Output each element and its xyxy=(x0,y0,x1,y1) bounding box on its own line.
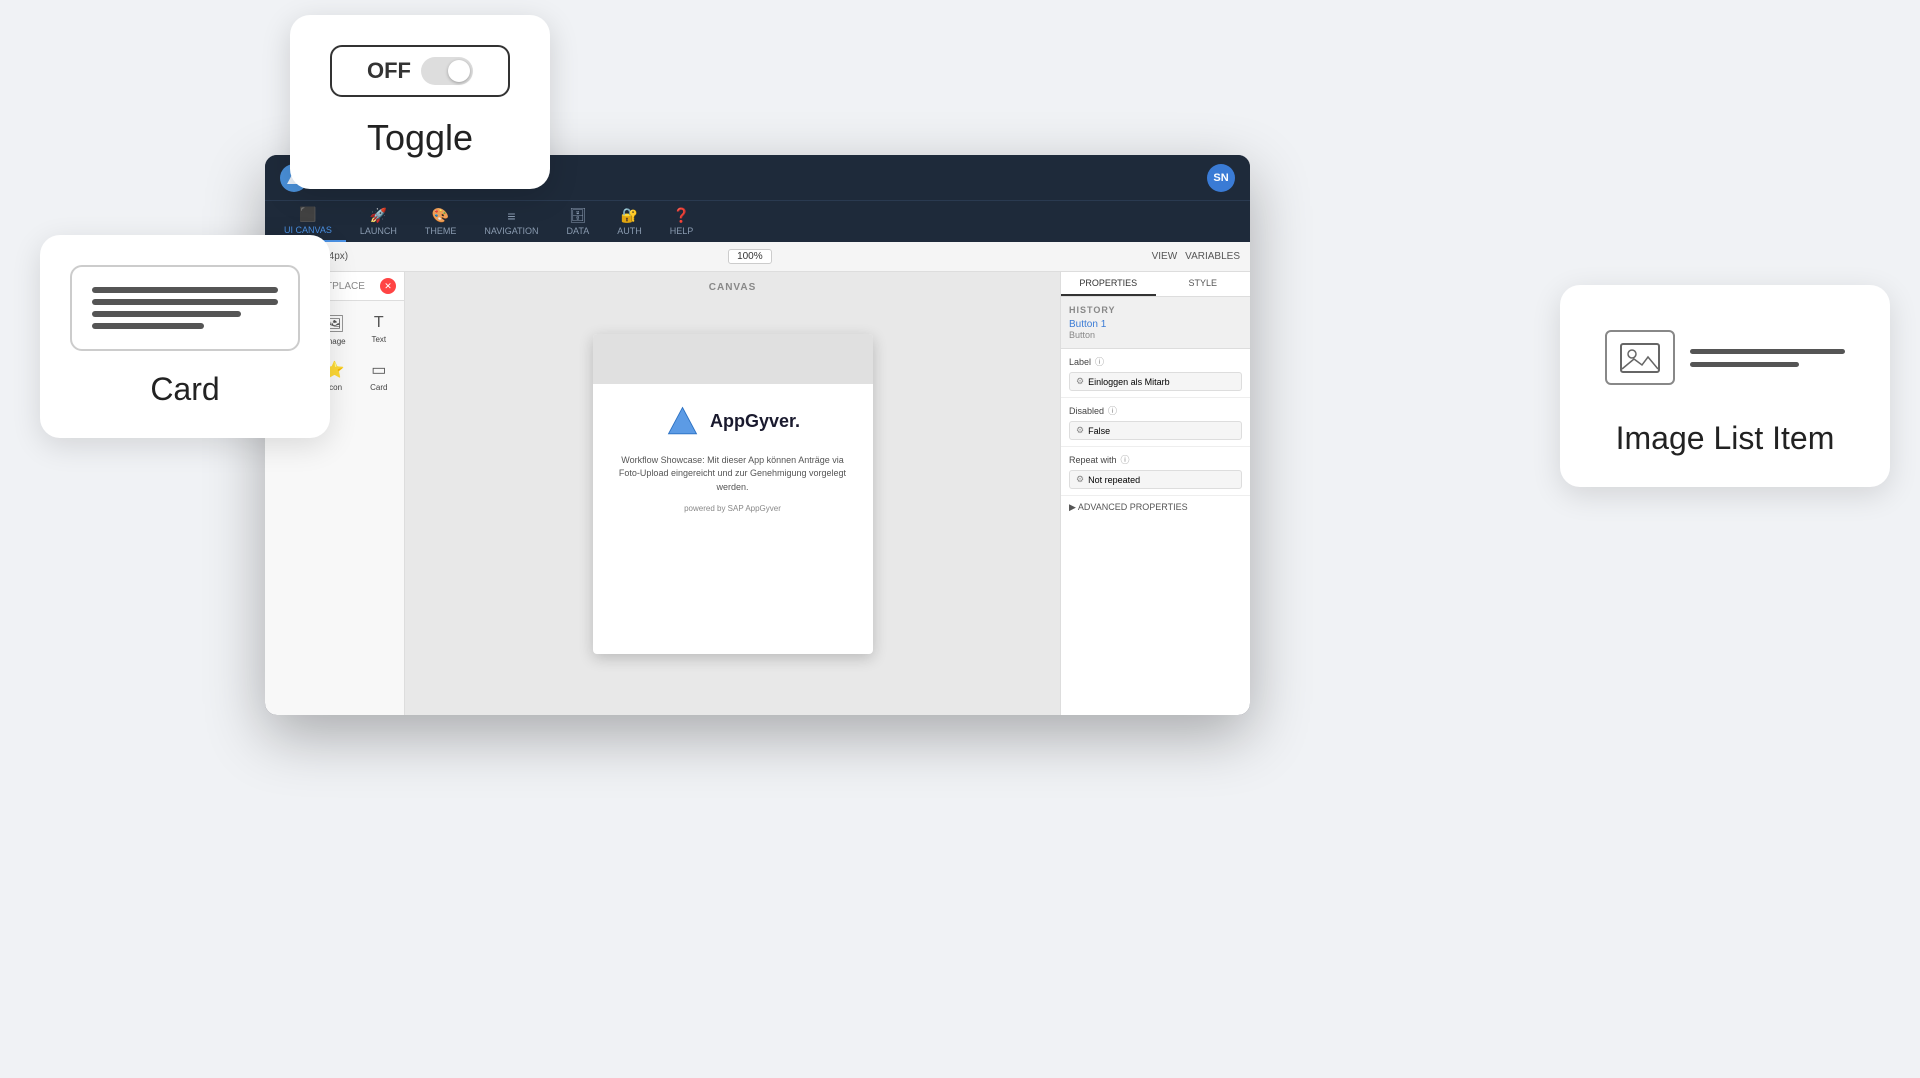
disabled-info-icon: ⓘ xyxy=(1108,404,1117,417)
style-tab[interactable]: STYLE xyxy=(1156,272,1251,296)
auth-icon: 🔐 xyxy=(621,207,638,224)
disabled-prop-icon: ⚙ xyxy=(1076,425,1084,436)
label-prop-value: Einloggen als Mitarb xyxy=(1088,377,1170,387)
label-info-icon: ⓘ xyxy=(1095,355,1104,368)
repeat-prop-icon: ⚙ xyxy=(1076,474,1084,485)
nav-help[interactable]: ❓ HELP xyxy=(656,201,708,242)
nav-theme[interactable]: 🎨 THEME xyxy=(411,201,471,242)
card-line-1 xyxy=(92,287,278,293)
card-item-label: Card xyxy=(370,383,387,392)
repeat-info-icon: ⓘ xyxy=(1121,453,1130,466)
nav-ui-canvas-label: UI CANVAS xyxy=(284,225,332,235)
nav-theme-label: THEME xyxy=(425,226,457,236)
canvas-toolbar: 5/6/7/8+ (414px) 100% VIEW VARIABLES xyxy=(265,242,1250,272)
label-prop-label: Label xyxy=(1069,357,1091,367)
card-line-4 xyxy=(92,323,204,329)
phone-header xyxy=(593,334,873,384)
nav-auth[interactable]: 🔐 AUTH xyxy=(603,201,656,242)
nav-help-label: HELP xyxy=(670,226,694,236)
nav-auth-label: AUTH xyxy=(617,226,642,236)
repeat-prop-value: Not repeated xyxy=(1088,475,1140,485)
nav-data-label: DATA xyxy=(567,226,590,236)
card-label: Card xyxy=(70,371,300,408)
disabled-prop-label: Disabled xyxy=(1069,406,1104,416)
nav-navigation[interactable]: ≡ NAVIGATION xyxy=(470,201,552,242)
history-section: HISTORY Button 1 Button xyxy=(1061,297,1250,349)
close-button[interactable]: ✕ xyxy=(380,278,396,294)
right-panel: PROPERTIES STYLE HISTORY Button 1 Button… xyxy=(1060,272,1250,715)
image-list-card: Image List Item xyxy=(1560,285,1890,487)
prop-input-icon: ⚙ xyxy=(1076,376,1084,387)
appgyver-logo-icon xyxy=(665,404,700,439)
image-list-line-1 xyxy=(1690,349,1845,354)
card-icon-area xyxy=(70,265,300,351)
nav-navigation-label: NAVIGATION xyxy=(484,226,538,236)
right-panel-tabs: PROPERTIES STYLE xyxy=(1061,272,1250,297)
nav-data[interactable]: 🗄 DATA xyxy=(553,201,604,242)
navigation-icon: ≡ xyxy=(507,208,515,224)
phone-footer-text: powered by SAP AppGyver xyxy=(613,504,853,513)
card-line-2 xyxy=(92,299,278,305)
repeat-prop-label: Repeat with xyxy=(1069,455,1117,465)
image-list-icon-area xyxy=(1590,315,1860,400)
ui-canvas-icon: ⬛ xyxy=(299,206,316,223)
text-icon: T xyxy=(374,314,384,332)
prop-repeat-row: Repeat with ⓘ ⚙ Not repeated xyxy=(1061,447,1250,496)
label-prop-input[interactable]: ⚙ Einloggen als Mitarb xyxy=(1069,372,1242,391)
disabled-prop-input[interactable]: ⚙ False xyxy=(1069,421,1242,440)
text-label: Text xyxy=(371,335,386,344)
toggle-switch-control[interactable] xyxy=(421,57,473,85)
nav-launch[interactable]: 🚀 LAUNCH xyxy=(346,201,411,242)
repeat-prop-input[interactable]: ⚙ Not repeated xyxy=(1069,470,1242,489)
phone-frame: AppGyver. Workflow Showcase: Mit dieser … xyxy=(593,334,873,654)
content-area: 🔍 MARKETPLACE ✕ ⬜ Banner 🖼 Image T xyxy=(265,272,1250,715)
history-title: HISTORY xyxy=(1069,305,1242,315)
phone-content: AppGyver. Workflow Showcase: Mit dieser … xyxy=(593,384,873,534)
main-window: Upload SN ⬛ UI CANVAS 🚀 LAUNCH 🎨 THEME ≡… xyxy=(265,155,1250,715)
card-icon: ▭ xyxy=(371,360,386,380)
canvas-area: CANVAS AppGyver. Workflow Showcase: Mit … xyxy=(405,272,1060,715)
zoom-level[interactable]: 100% xyxy=(728,249,772,264)
appgyver-logo: AppGyver. xyxy=(613,404,853,439)
view-label: VIEW xyxy=(1152,251,1178,262)
image-list-line-2 xyxy=(1690,362,1799,367)
advanced-properties-link[interactable]: ▶ ADVANCED PROPERTIES xyxy=(1061,496,1250,519)
card-widget: Card xyxy=(40,235,330,438)
toggle-widget[interactable]: OFF xyxy=(330,45,510,97)
variables-label: VARIABLES xyxy=(1185,251,1240,262)
toggle-off-label: OFF xyxy=(367,58,411,84)
data-icon: 🗄 xyxy=(569,207,587,224)
launch-icon: 🚀 xyxy=(370,207,387,224)
image-list-text-lines xyxy=(1690,349,1845,367)
user-avatar[interactable]: SN xyxy=(1207,164,1235,192)
history-sub: Button xyxy=(1069,330,1242,340)
properties-tab[interactable]: PROPERTIES xyxy=(1061,272,1156,296)
nav-bar: ⬛ UI CANVAS 🚀 LAUNCH 🎨 THEME ≡ NAVIGATIO… xyxy=(265,200,1250,242)
theme-icon: 🎨 xyxy=(432,207,449,224)
history-item[interactable]: Button 1 xyxy=(1069,319,1242,330)
prop-label-row: Label ⓘ ⚙ Einloggen als Mitarb xyxy=(1061,349,1250,398)
toggle-title: Toggle xyxy=(330,117,510,159)
nav-launch-label: LAUNCH xyxy=(360,226,397,236)
component-card[interactable]: ▭ Card xyxy=(359,355,399,397)
prop-disabled-row: Disabled ⓘ ⚙ False xyxy=(1061,398,1250,447)
image-list-label: Image List Item xyxy=(1590,420,1860,457)
canvas-label: CANVAS xyxy=(709,282,756,293)
phone-body-text: Workflow Showcase: Mit dieser App können… xyxy=(613,454,853,495)
appgyver-logo-text: AppGyver. xyxy=(710,411,800,432)
component-text[interactable]: T Text xyxy=(359,309,399,351)
image-placeholder xyxy=(1605,330,1675,385)
help-icon: ❓ xyxy=(673,207,690,224)
toggle-card: OFF Toggle xyxy=(290,15,550,189)
card-lines xyxy=(92,287,278,329)
card-line-3 xyxy=(92,311,241,317)
disabled-prop-value: False xyxy=(1088,426,1110,436)
